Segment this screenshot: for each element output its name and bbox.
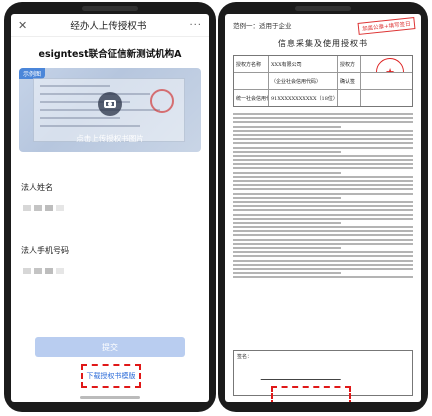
legal-person-name-label: 法人姓名 <box>21 183 53 192</box>
highlight-box <box>271 386 351 402</box>
phone-notch <box>295 6 351 11</box>
nav-bar: ✕ 经办人上传授权书 ··· <box>11 14 209 37</box>
legal-person-phone-label: 法人手机号码 <box>21 246 69 255</box>
page-title: 经办人上传授权书 <box>70 21 147 32</box>
stamp-icon <box>150 89 174 113</box>
table-row: 统一社会信用代码 91XXXXXXXXXXX（18位） <box>234 90 412 106</box>
document-title: 信息采集及使用授权书 <box>278 39 368 48</box>
table-row: （企业社会信用代码） 确认签 <box>234 73 412 90</box>
upload-card[interactable]: 示例图 点击上传授权书图片 <box>19 68 201 152</box>
table-row: 授权方名称 XXX有限公司 授权方 ★ <box>234 56 412 73</box>
upload-hint: 点击上传授权书图片 <box>76 134 144 143</box>
signature-mark <box>260 361 348 380</box>
organization-name: esigntest联合征信新测试机构A <box>38 49 182 60</box>
legal-person-phone-value[interactable] <box>23 268 209 274</box>
info-table: 授权方名称 XXX有限公司 授权方 ★ （企业社会信用代码） 确认签 统一社会信… <box>233 55 413 107</box>
company-seal: ★ <box>376 58 404 72</box>
right-screen: 范例一：适用于企业 加盖公章+填写签日 信息采集及使用授权书 授权方名称 XXX… <box>225 14 421 402</box>
right-phone: 范例一：适用于企业 加盖公章+填写签日 信息采集及使用授权书 授权方名称 XXX… <box>218 2 428 412</box>
submit-button[interactable]: 提交 <box>35 337 185 357</box>
download-template-link[interactable]: 下载授权书模版 <box>81 364 141 388</box>
legal-person-name-value[interactable] <box>23 205 209 211</box>
more-icon[interactable]: ··· <box>189 20 202 31</box>
close-icon[interactable]: ✕ <box>18 19 27 32</box>
authorization-document: 范例一：适用于企业 加盖公章+填写签日 信息采集及使用授权书 授权方名称 XXX… <box>225 14 421 402</box>
camera-icon[interactable] <box>98 92 122 116</box>
home-indicator <box>80 396 140 399</box>
left-screen: ✕ 经办人上传授权书 ··· esigntest联合征信新测试机构A 示例图 点… <box>11 14 209 402</box>
left-phone: ✕ 经办人上传授权书 ··· esigntest联合征信新测试机构A 示例图 点… <box>4 2 216 412</box>
document-body <box>233 113 413 279</box>
phone-notch <box>82 6 138 11</box>
download-template-label[interactable]: 下载授权书模版 <box>87 371 136 381</box>
